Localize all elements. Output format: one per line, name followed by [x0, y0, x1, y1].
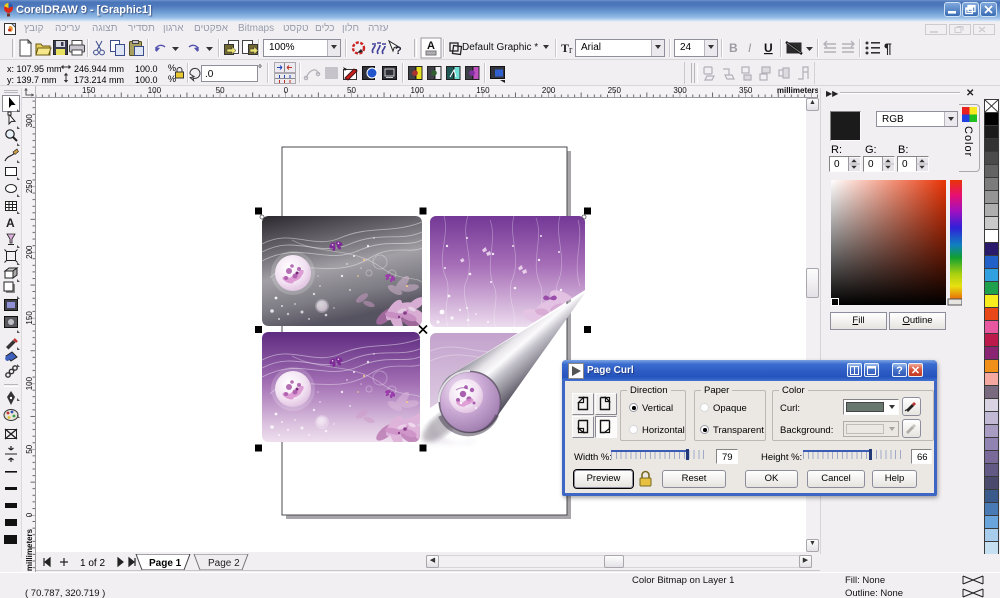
- svg-text:U: U: [764, 41, 773, 55]
- svg-text:50: 50: [25, 444, 34, 453]
- svg-text:50: 50: [216, 86, 225, 95]
- svg-text:A: A: [6, 216, 15, 230]
- svg-text:250: 250: [608, 86, 622, 95]
- svg-text:¶: ¶: [884, 40, 892, 56]
- svg-text:I: I: [748, 41, 752, 55]
- svg-text:?: ?: [395, 45, 402, 57]
- svg-text:0: 0: [25, 512, 34, 517]
- svg-text:millimeters: millimeters: [777, 86, 818, 95]
- svg-text:1 of 2: 1 of 2: [80, 558, 105, 569]
- svg-text:A: A: [427, 40, 435, 52]
- svg-text:350: 350: [739, 86, 753, 95]
- svg-text:50: 50: [347, 86, 356, 95]
- svg-text:300: 300: [673, 86, 687, 95]
- svg-text:Page 2: Page 2: [208, 558, 240, 569]
- svg-text:Page 1: Page 1: [149, 558, 182, 569]
- svg-text:100: 100: [411, 86, 425, 95]
- svg-text:B: B: [729, 41, 738, 55]
- svg-text:100: 100: [25, 376, 34, 390]
- svg-text:.0: .0: [205, 69, 214, 80]
- svg-text:millimeters: millimeters: [25, 528, 34, 571]
- svg-text:200: 200: [542, 86, 556, 95]
- svg-text:150: 150: [476, 86, 490, 95]
- svg-text:200: 200: [25, 245, 34, 259]
- svg-text:0: 0: [284, 86, 289, 95]
- svg-text:250: 250: [25, 179, 34, 193]
- svg-text:100: 100: [148, 86, 162, 95]
- svg-text:T: T: [561, 41, 569, 55]
- svg-text:150: 150: [82, 86, 96, 95]
- svg-text:300: 300: [25, 114, 34, 128]
- svg-text:150: 150: [25, 311, 34, 325]
- svg-text:r: r: [569, 45, 573, 56]
